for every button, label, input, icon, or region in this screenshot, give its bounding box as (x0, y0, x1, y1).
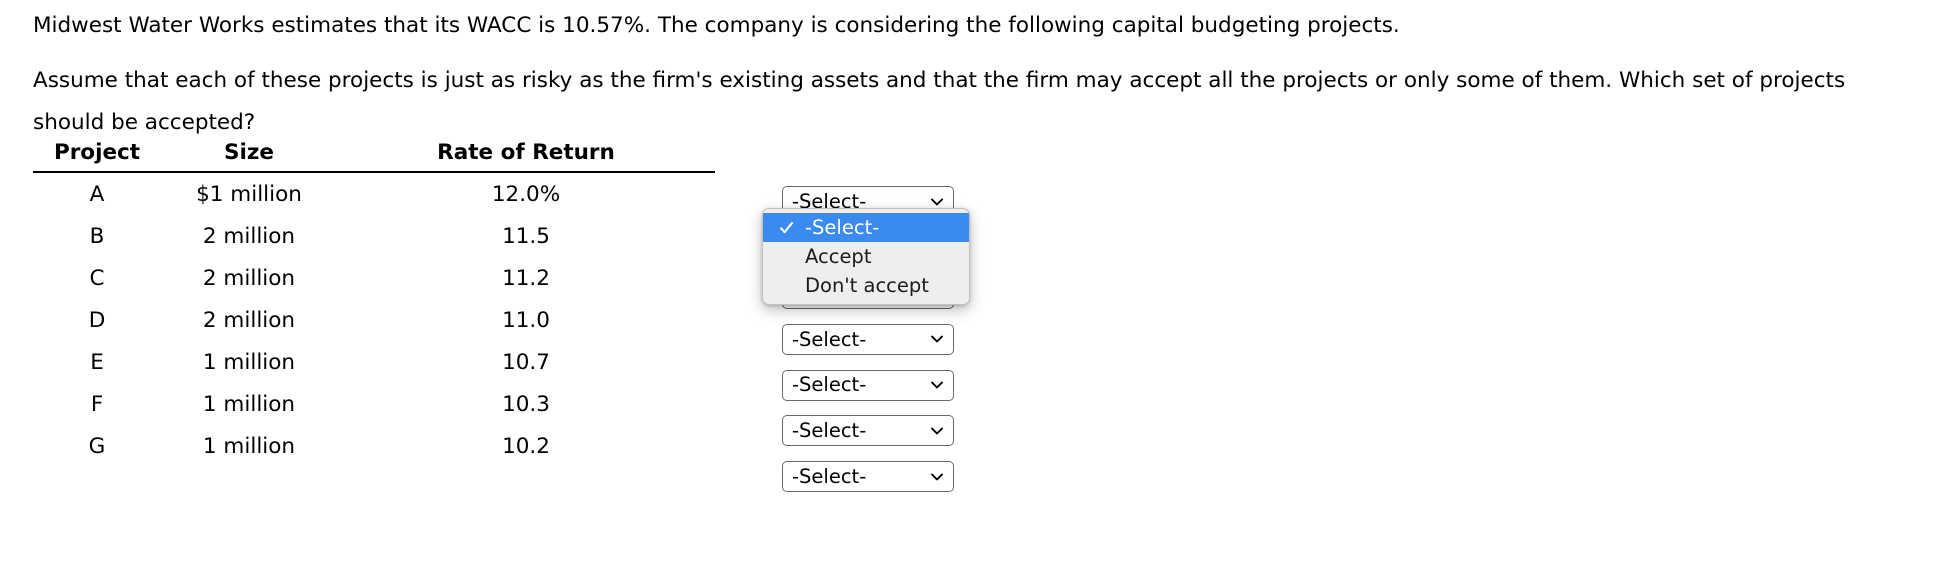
select-slot-g: -Select- (782, 454, 962, 500)
cell-size: 1 million (202, 433, 296, 459)
decision-select-d[interactable]: -Select- (782, 323, 954, 355)
dropdown-option-label: -Select- (805, 216, 880, 239)
cell-size: 2 million (202, 307, 296, 333)
cell-project: F (90, 391, 104, 417)
cell-project: B (89, 223, 105, 249)
table-row: C 2 million 11.2 (33, 257, 715, 299)
dropdown-option-2[interactable]: Don't accept (763, 271, 969, 300)
cell-size: 1 million (202, 391, 296, 417)
select-value: -Select- (792, 373, 867, 397)
table-header: Project Size Rate of Return (33, 140, 715, 173)
cell-size: $1 million (196, 181, 302, 207)
chevron-down-icon (929, 331, 945, 347)
table-body: A $1 million 12.0% B 2 million 11.5 C 2 million… (33, 172, 715, 467)
cell-project: G (88, 433, 106, 459)
chevron-down-icon (929, 377, 945, 393)
select-value: -Select- (792, 419, 867, 443)
cell-rate-of-return: 10.3 (502, 391, 550, 417)
project-table: Project Size Rate of Return A $1 million 1… (33, 140, 715, 467)
select-value: -Select- (792, 327, 867, 351)
cell-rate-of-return: 11.5 (502, 223, 550, 249)
dropdown-option-0[interactable]: -Select- (763, 213, 969, 242)
table-row: A $1 million 12.0% (33, 172, 715, 215)
cell-project: D (88, 307, 106, 333)
cell-project: A (89, 181, 105, 207)
cell-size: 2 million (202, 223, 296, 249)
dropdown-option-label: Accept (805, 245, 872, 268)
dropdown-option-label: Don't accept (805, 274, 929, 297)
decision-select-g[interactable]: -Select- (782, 461, 954, 493)
select-slot-d: -Select- (782, 316, 962, 362)
decision-select-e[interactable]: -Select- (782, 369, 954, 401)
select-slot-f: -Select- (782, 408, 962, 454)
column-header-project: Project (33, 140, 161, 173)
cell-rate-of-return: 10.2 (502, 433, 550, 459)
select-slot-e: -Select- (782, 362, 962, 408)
decision-select-f[interactable]: -Select- (782, 415, 954, 447)
chevron-down-icon (929, 469, 945, 485)
cell-rate-of-return: 12.0% (491, 181, 561, 207)
select-dropdown-popup[interactable]: -Select- Accept Don't accept (762, 208, 970, 305)
table-header-row: Project Size Rate of Return (33, 140, 715, 173)
cell-rate-of-return: 11.2 (502, 265, 550, 291)
column-header-rate-of-return: Rate of Return (337, 140, 715, 173)
prompt-paragraph-1: Midwest Water Works estimates that its W… (33, 13, 1400, 38)
dropdown-option-1[interactable]: Accept (763, 242, 969, 271)
table-row: G 1 million 10.2 (33, 425, 715, 467)
check-icon (779, 220, 794, 235)
cell-size: 2 million (202, 265, 296, 291)
table-row: E 1 million 10.7 (33, 341, 715, 383)
table-row: B 2 million 11.5 (33, 215, 715, 257)
table-row: F 1 million 10.3 (33, 383, 715, 425)
cell-project: C (89, 265, 105, 291)
cell-rate-of-return: 10.7 (502, 349, 550, 375)
table-row: D 2 million 11.0 (33, 299, 715, 341)
cell-size: 1 million (202, 349, 296, 375)
column-header-size: Size (161, 140, 337, 173)
page-root: Midwest Water Works estimates that its W… (0, 0, 1936, 562)
chevron-down-icon (929, 423, 945, 439)
prompt-paragraph-2: Assume that each of these projects is ju… (33, 68, 1853, 135)
cell-project: E (90, 349, 104, 375)
select-value: -Select- (792, 464, 867, 488)
cell-rate-of-return: 11.0 (502, 307, 550, 333)
